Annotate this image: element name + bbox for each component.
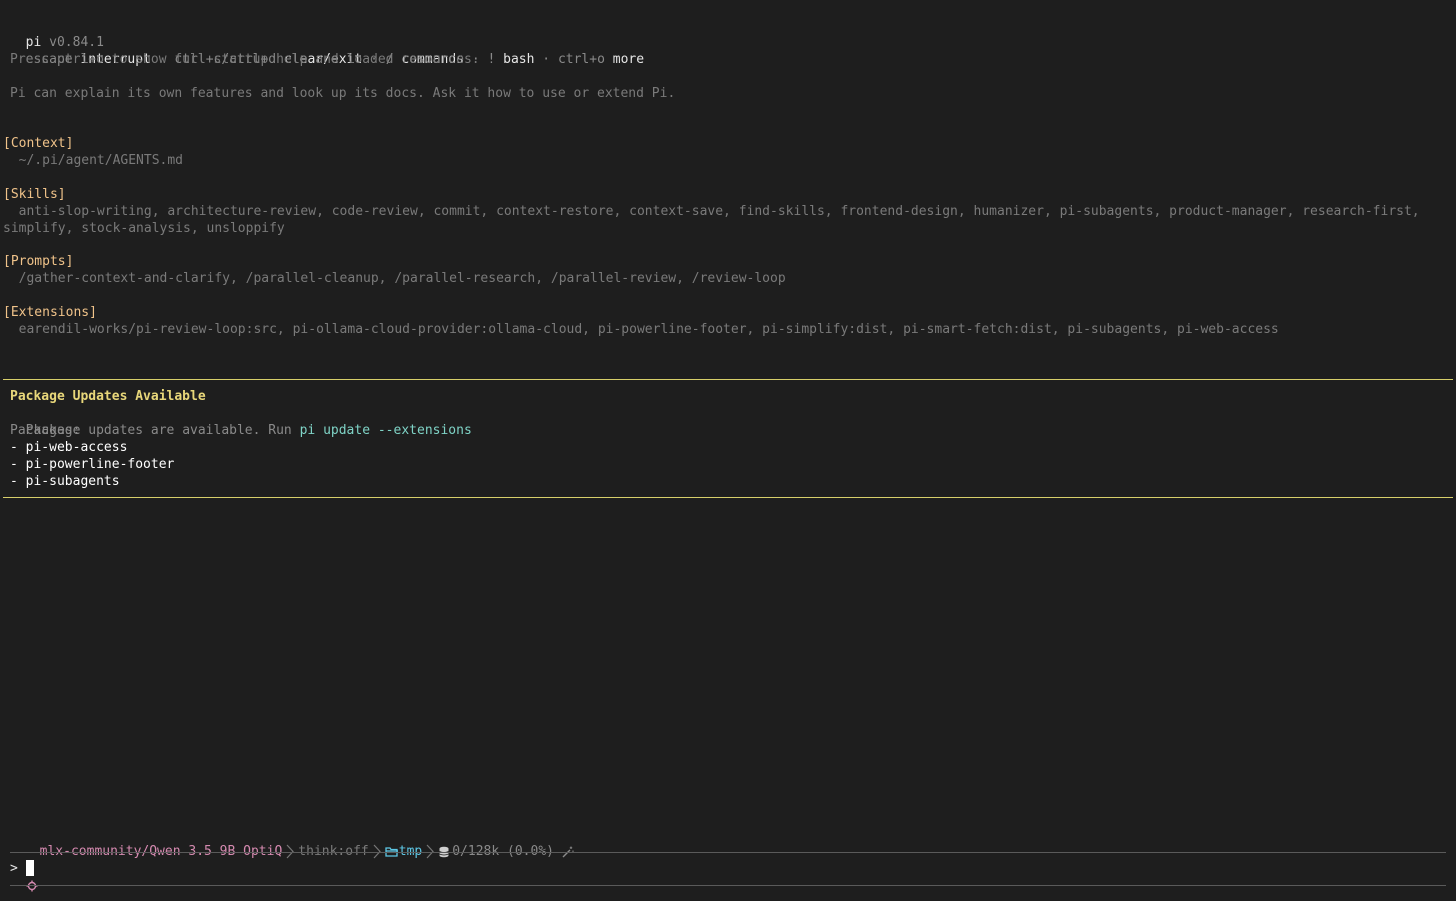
prompt-symbol: > [10, 861, 18, 876]
prompts-label: [Prompts] [3, 254, 74, 269]
status-bar: mlx-community/Qwen 3.5 9B OptiQ think:off… [10, 826, 576, 892]
package-item: - pi-powerline-footer [10, 457, 175, 472]
key-bash: ! [487, 52, 496, 67]
skills-list-line-1: anti-slop-writing, architecture-review, … [3, 204, 1420, 219]
keybindings-line: escape interrupt · ctrl+c/ctrl+d clear/e… [25, 52, 645, 67]
startup-hint: Press ctrl+o to show full startup help a… [10, 52, 480, 67]
context-label: [Context] [3, 136, 74, 151]
info-text: Pi can explain its own features and look… [10, 86, 676, 101]
input-top-divider [10, 852, 1446, 853]
updates-top-divider [3, 379, 1453, 380]
action-more: more [612, 52, 645, 67]
skills-list-line-2: simplify, stock-analysis, unsloppify [3, 221, 285, 236]
version-line: pi v0.84.1 [10, 17, 104, 50]
updates-title: Package Updates Available [10, 389, 206, 404]
packages-label: Packages: [10, 423, 81, 438]
updates-message: Package updates are available. Run pi up… [25, 423, 472, 438]
extensions-list: earendil-works/pi-review-loop:src, pi-ol… [3, 322, 1279, 337]
package-item: - pi-subagents [10, 474, 120, 489]
input-bottom-divider [10, 885, 1446, 886]
skills-label: [Skills] [3, 187, 66, 202]
action-bash: bash [503, 52, 535, 67]
package-item: - pi-web-access [10, 440, 128, 455]
key-more: ctrl+o [557, 52, 605, 67]
extensions-label: [Extensions] [3, 305, 97, 320]
text-cursor [26, 860, 34, 876]
update-command: pi update --extensions [299, 423, 472, 438]
prompts-list: /gather-context-and-clarify, /parallel-c… [3, 271, 786, 286]
updates-bottom-divider [3, 497, 1453, 498]
context-value: ~/.pi/agent/AGENTS.md [3, 153, 184, 168]
